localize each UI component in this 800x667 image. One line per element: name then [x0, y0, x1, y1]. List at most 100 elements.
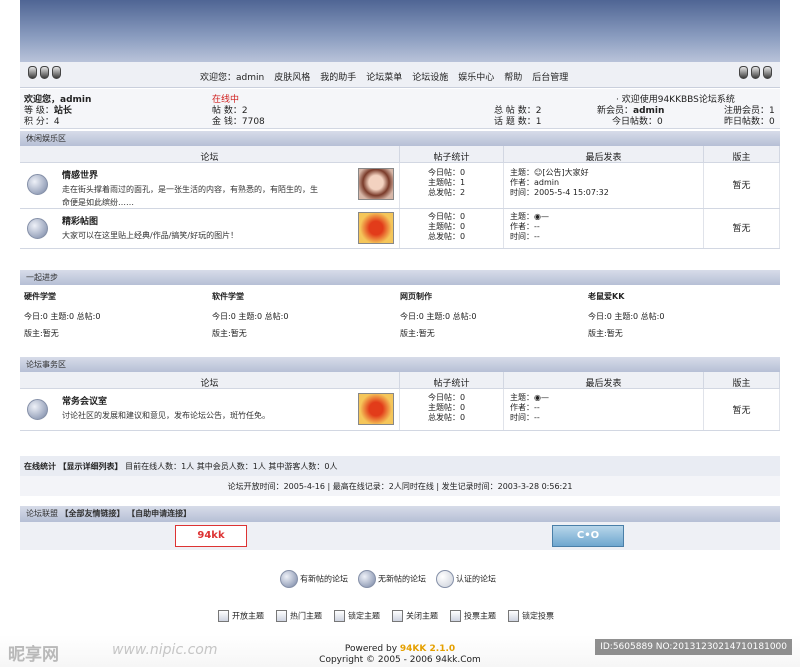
icon-label: 热门主题 — [290, 611, 322, 621]
icon-label: 关闭主题 — [406, 611, 438, 621]
legend-none: 无新帖的论坛 — [378, 574, 426, 584]
section-title[interactable]: 休闲娱乐区 — [20, 131, 780, 146]
apply-link-button[interactable]: 【自助申请连接】 — [127, 509, 191, 518]
partner-logo-blue[interactable]: C•O — [552, 525, 624, 547]
money: 金 钱：7708 — [212, 117, 265, 127]
poll-topic-icon — [450, 610, 461, 622]
welcome-text: 欢迎您：admin — [200, 73, 265, 83]
moderator: 暂无 — [704, 163, 780, 208]
col-last: 最后发表 — [504, 146, 704, 163]
forum-name[interactable]: 情感世界 — [62, 168, 98, 181]
forum-desc: 走在街头撑着雨过的面孔，是一张生活的内容，有熟悉的，有陌生的，生命便是如此缤纷…… — [62, 185, 318, 207]
forum-desc: 大家可以在这里贴上经典/作品/搞笑/好玩的图片！ — [62, 231, 239, 240]
brand-link[interactable]: 94KK 2.1.0 — [400, 644, 455, 654]
topics-count: 主题帖：0 — [428, 222, 466, 231]
today-posts: 今日帖数：0 — [612, 117, 663, 127]
last-topic[interactable]: 主题：☺[公告]大家好 — [510, 168, 609, 178]
closed-topic-icon — [392, 610, 403, 622]
icon-label: 开放主题 — [232, 611, 264, 621]
last-author: 作者：admin — [510, 178, 560, 187]
last-time: 时间：-- — [510, 413, 540, 422]
no-new-posts-icon — [358, 570, 376, 588]
moderator: 暂无 — [704, 209, 780, 248]
watermark-site: 昵享网 — [8, 645, 59, 665]
links-label: 论坛联盟 — [26, 509, 58, 518]
last-topic[interactable]: 主题：◉— — [510, 393, 549, 403]
topics-count: 主题帖：1 — [428, 178, 466, 187]
locked-poll-icon — [508, 610, 519, 622]
board-counts: 今日:0 主题:0 总帖:0 — [588, 312, 665, 321]
online-history: 论坛开放时间：2005-4-16 | 最高在线记录：2人同时在线 | 发生记录时… — [20, 476, 780, 496]
partner-logo-94kk[interactable]: 94kk — [175, 525, 247, 547]
online-stats: 在线统计 【显示详细列表】 目前在线人数：1人 其中会员人数：1人 其中游客人数… — [20, 456, 780, 496]
last-author: 作者：-- — [510, 403, 540, 412]
forum-row: 精彩帖图 大家可以在这里贴上经典/作品/搞笑/好玩的图片！ 今日帖：0 主题帖：… — [20, 209, 780, 249]
forum-avatar-image — [358, 168, 394, 200]
board-counts: 今日:0 主题:0 总帖:0 — [400, 312, 477, 321]
rings-right-icon — [739, 66, 772, 79]
all-links-button[interactable]: 【全部友情链接】 — [61, 509, 125, 518]
topic-icon-legend: 开放主题 热门主题 锁定主题 关闭主题 投票主题 锁定投票 — [218, 610, 554, 622]
forum-name[interactable]: 精彩帖图 — [62, 214, 98, 227]
section-title[interactable]: 论坛事务区 — [20, 357, 780, 372]
forum-row: 情感世界 走在街头撑着雨过的面孔，是一张生活的内容，有熟悉的，有陌生的，生命便是… — [20, 163, 780, 209]
nav-link-entertainment[interactable]: 娱乐中心 — [458, 70, 494, 83]
legend-new: 有新帖的论坛 — [300, 574, 348, 584]
nav-link-skin[interactable]: 皮肤风格 — [274, 70, 310, 83]
forum-leaf-image — [358, 212, 394, 244]
board-moderator: 版主:暂无 — [400, 329, 435, 338]
nav-link-menu[interactable]: 论坛菜单 — [366, 70, 402, 83]
board-moderator: 版主:暂无 — [24, 329, 59, 338]
topics-count: 主题帖：0 — [428, 403, 466, 412]
new-posts-icon — [280, 570, 298, 588]
board-name[interactable]: 软件学堂 — [212, 291, 400, 302]
col-stats: 帖子统计 — [400, 146, 504, 163]
board-moderator: 版主:暂无 — [588, 329, 623, 338]
today-count: 今日帖：0 — [428, 168, 466, 177]
banner — [20, 0, 780, 62]
nav-link-facilities[interactable]: 论坛设施 — [412, 70, 448, 83]
score: 积 分：4 — [24, 117, 60, 127]
total-count: 总发帖：2 — [428, 188, 466, 197]
section-progress: 一起进步 硬件学堂 今日:0 主题:0 总帖:0 版主:暂无 软件学堂 今日:0… — [20, 270, 780, 351]
legend-verified: 认证的论坛 — [456, 574, 496, 584]
today-count: 今日帖：0 — [428, 212, 466, 221]
system-welcome: · 欢迎使用94KKBBS论坛系统 — [616, 95, 735, 105]
board-moderator: 版主:暂无 — [212, 329, 247, 338]
moderator: 暂无 — [704, 389, 780, 430]
icon-label: 锁定投票 — [522, 611, 554, 621]
nav-link-admin[interactable]: 后台管理 — [532, 70, 568, 83]
forum-row: 常务会议室 讨论社区的发展和建议和意见，发布论坛公告，斑竹任免。 今日帖：0 主… — [20, 389, 780, 431]
board-counts: 今日:0 主题:0 总帖:0 — [24, 312, 101, 321]
today-count: 今日帖：0 — [428, 393, 466, 402]
last-topic[interactable]: 主题：◉— — [510, 212, 549, 222]
column-header: 论坛 帖子统计 最后发表 版主 — [20, 146, 780, 163]
watermark-url: www.nipic.com — [112, 642, 218, 658]
section-affairs: 论坛事务区 论坛 帖子统计 最后发表 版主 常务会议室 讨论社区的发展和建议和意… — [20, 357, 780, 431]
online-label: 在线统计 — [24, 462, 56, 471]
nav-link-help[interactable]: 帮助 — [504, 70, 522, 83]
forum-legend: 有新帖的论坛 无新帖的论坛 认证的论坛 — [280, 570, 496, 588]
section-leisure: 休闲娱乐区 论坛 帖子统计 最后发表 版主 情感世界 走在街头撑着雨过的面孔，是… — [20, 131, 780, 249]
locked-topic-icon — [334, 610, 345, 622]
board-name[interactable]: 老鼠爱KK — [588, 291, 776, 302]
last-author: 作者：-- — [510, 222, 540, 231]
board-name[interactable]: 网页制作 — [400, 291, 588, 302]
column-header: 论坛 帖子统计 最后发表 版主 — [20, 372, 780, 389]
forum-desc: 讨论社区的发展和建议和意见，发布论坛公告，斑竹任免。 — [62, 411, 270, 420]
forum-name[interactable]: 常务会议室 — [62, 394, 107, 407]
board-name[interactable]: 硬件学堂 — [24, 291, 212, 302]
top-navbar: 欢迎您：admin 皮肤风格 我的助手 论坛菜单 论坛设施 娱乐中心 帮助 后台… — [20, 62, 780, 88]
icon-label: 投票主题 — [464, 611, 496, 621]
online-detail-link[interactable]: 【显示详细列表】 — [59, 462, 123, 471]
total-count: 总发帖：0 — [428, 413, 466, 422]
nav-link-assistant[interactable]: 我的助手 — [320, 70, 356, 83]
icon-label: 锁定主题 — [348, 611, 380, 621]
topic-count: 话 题 数：1 — [494, 117, 542, 127]
board-grid: 硬件学堂 今日:0 主题:0 总帖:0 版主:暂无 软件学堂 今日:0 主题:0… — [20, 285, 780, 351]
last-time: 时间：2005-5-4 15:07:32 — [510, 188, 609, 197]
online-strip: 在线统计 【显示详细列表】 目前在线人数：1人 其中会员人数：1人 其中游客人数… — [20, 456, 780, 476]
open-topic-icon — [218, 610, 229, 622]
links-panel: 论坛联盟 【全部友情链接】 【自助申请连接】 94kk C•O — [20, 506, 780, 550]
section-title[interactable]: 一起进步 — [20, 270, 780, 285]
